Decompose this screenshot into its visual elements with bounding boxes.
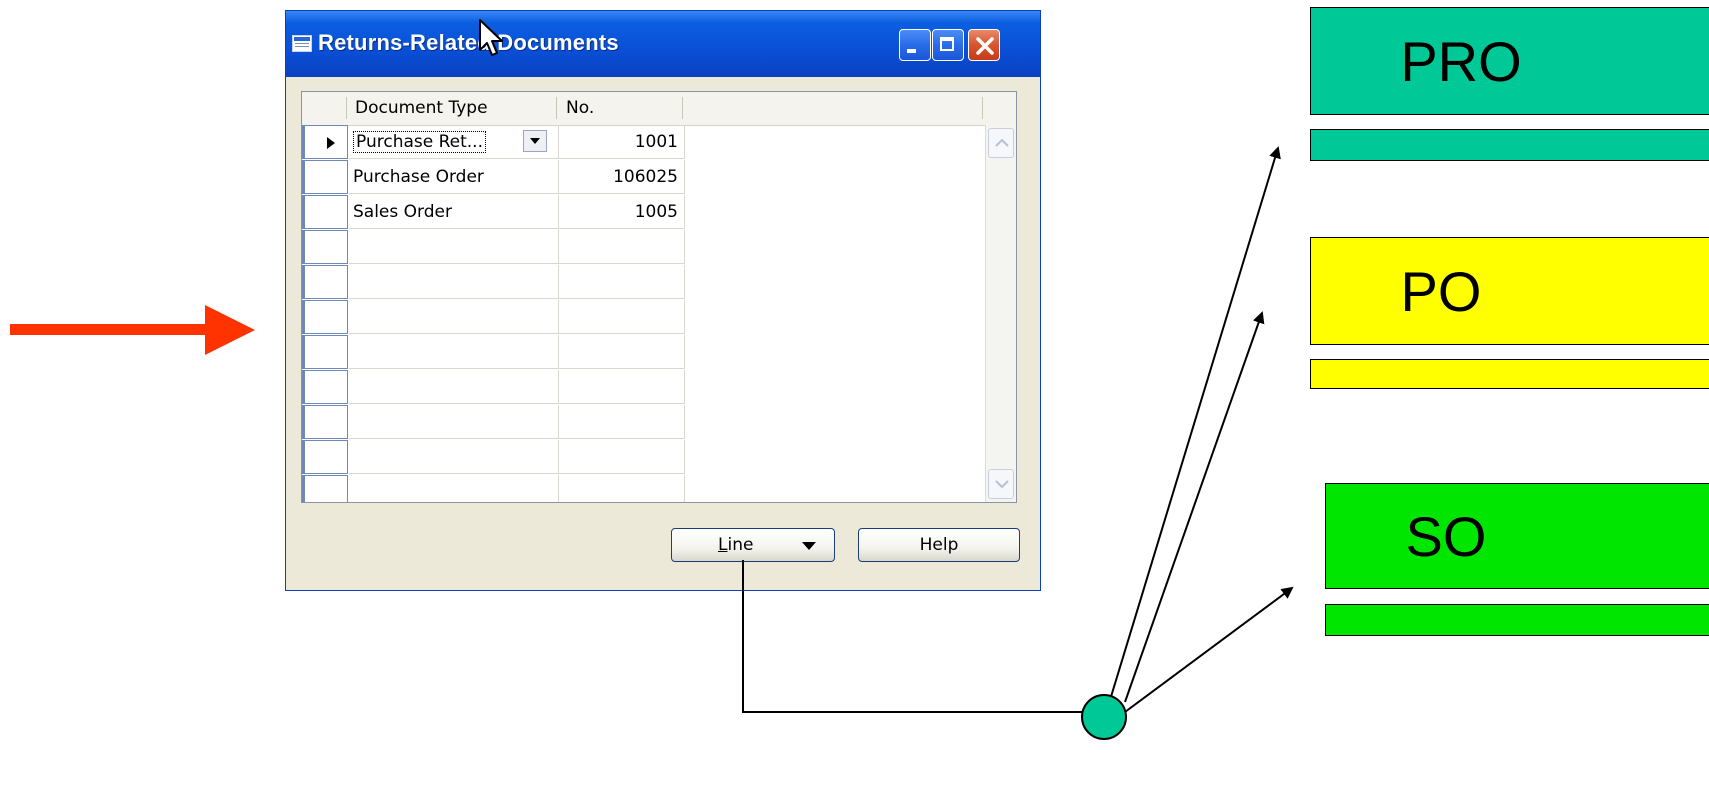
line-connector: [742, 560, 1085, 713]
po-bar: [1310, 359, 1709, 389]
pro-bar: [1310, 129, 1709, 161]
so-bar: [1325, 604, 1709, 636]
po-box: PO: [1310, 237, 1709, 345]
so-label: SO: [1405, 505, 1487, 568]
po-label: PO: [1400, 260, 1482, 323]
pro-box: PRO: [1310, 7, 1709, 115]
pro-label: PRO: [1400, 30, 1522, 93]
connector-lines: [742, 146, 1294, 740]
arrow-to-po: [1124, 311, 1265, 703]
connector-node: [1081, 694, 1127, 740]
so-box: SO: [1325, 483, 1709, 589]
arrow-to-so: [1124, 586, 1294, 713]
